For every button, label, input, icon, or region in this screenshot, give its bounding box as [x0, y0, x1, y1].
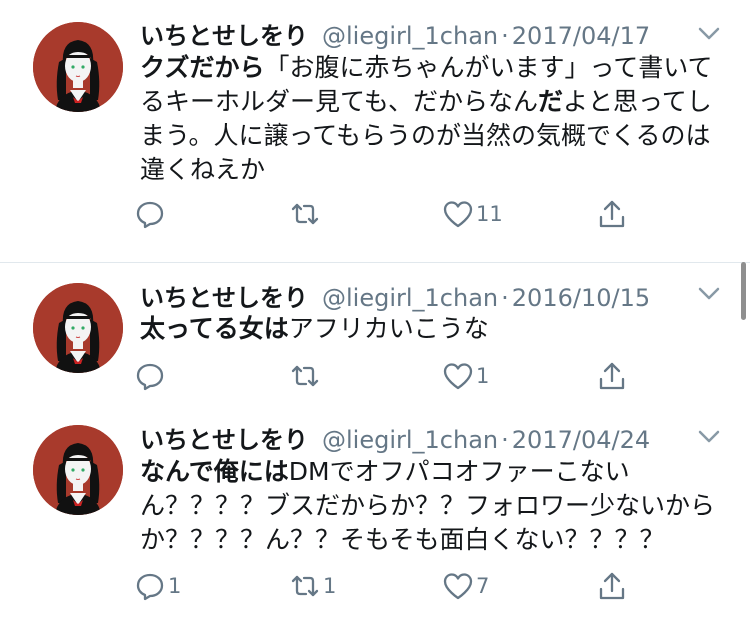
heart-icon [443, 573, 473, 600]
user-handle[interactable]: @liegirl_1chan [322, 22, 498, 50]
share-button[interactable] [596, 358, 628, 394]
tweet-date[interactable]: 2016/10/15 [512, 284, 650, 312]
share-icon [599, 572, 625, 600]
retweet-button[interactable]: 1 [289, 568, 336, 604]
reply-button[interactable]: 1 [134, 568, 181, 604]
display-name[interactable]: いちとせしをり [140, 420, 308, 455]
avatar[interactable] [33, 22, 123, 112]
chevron-down-icon[interactable] [694, 24, 724, 44]
avatar[interactable] [33, 425, 123, 515]
retweet-button[interactable] [289, 196, 323, 232]
tweet-actions: 11 [0, 196, 750, 232]
like-button[interactable]: 7 [442, 568, 489, 604]
tweet-text-run: 太ってる女は [140, 314, 289, 343]
display-name[interactable]: いちとせしをり [140, 278, 308, 313]
scrollbar[interactable] [741, 262, 746, 320]
reply-icon [136, 363, 164, 391]
tweet-text-run: だ [538, 87, 564, 116]
avatar-illustration [33, 22, 123, 112]
reply-icon [136, 573, 164, 601]
like-count: 11 [476, 202, 503, 226]
user-handle[interactable]: @liegirl_1chan [322, 426, 498, 454]
separator-dot: · [501, 426, 509, 454]
tweet-header: いちとせしをり @liegirl_1chan · 2016/10/15 [140, 278, 650, 314]
retweet-button[interactable] [289, 358, 323, 394]
reply-count: 1 [168, 574, 182, 598]
share-button[interactable] [596, 196, 628, 232]
retweet-icon [291, 575, 319, 597]
like-button[interactable]: 11 [442, 196, 503, 232]
separator-dot: · [501, 284, 509, 312]
chevron-down-icon[interactable] [694, 284, 724, 304]
like-button[interactable]: 1 [442, 358, 489, 394]
tweet-header: いちとせしをり @liegirl_1chan · 2017/04/24 [140, 420, 650, 456]
tweet-header: いちとせしをり @liegirl_1chan · 2017/04/17 [140, 16, 650, 52]
tweet-date[interactable]: 2017/04/17 [512, 22, 650, 50]
separator-dot: · [501, 22, 509, 50]
like-count: 7 [476, 574, 490, 598]
chevron-down-icon[interactable] [694, 427, 724, 447]
tweet-text-run: アフリカいこうな [288, 314, 489, 343]
reply-button[interactable] [134, 196, 168, 232]
tweet-actions: 1 [0, 358, 750, 394]
like-count: 1 [476, 364, 490, 388]
reply-button[interactable] [134, 358, 168, 394]
retweet-count: 1 [323, 574, 337, 598]
share-button[interactable] [596, 568, 628, 604]
share-icon [599, 200, 625, 228]
tweet-text: クズだから「お腹に赤ちゃんがいます」って書いてるキーホルダー見ても、だからなんだ… [140, 51, 720, 187]
tweet-text-run: クズだから [140, 53, 265, 82]
tweet-divider [0, 262, 750, 263]
tweet-date[interactable]: 2017/04/24 [512, 426, 650, 454]
share-icon [599, 362, 625, 390]
heart-icon [443, 363, 473, 390]
display-name[interactable]: いちとせしをり [140, 16, 308, 51]
tweet-text: 太ってる女はアフリカいこうな [140, 312, 720, 346]
avatar-illustration [33, 425, 123, 515]
tweet-text: なんで俺にはDMでオフパコオファーこないん？？？？ブスだからか？？フォロワー少な… [140, 455, 720, 557]
tweet-text-run: なんで俺には [140, 457, 289, 486]
tweet-actions: 1 1 7 [0, 568, 750, 604]
reply-icon [136, 201, 164, 229]
heart-icon [443, 201, 473, 228]
retweet-icon [291, 203, 319, 225]
user-handle[interactable]: @liegirl_1chan [322, 284, 498, 312]
retweet-icon [291, 365, 319, 387]
